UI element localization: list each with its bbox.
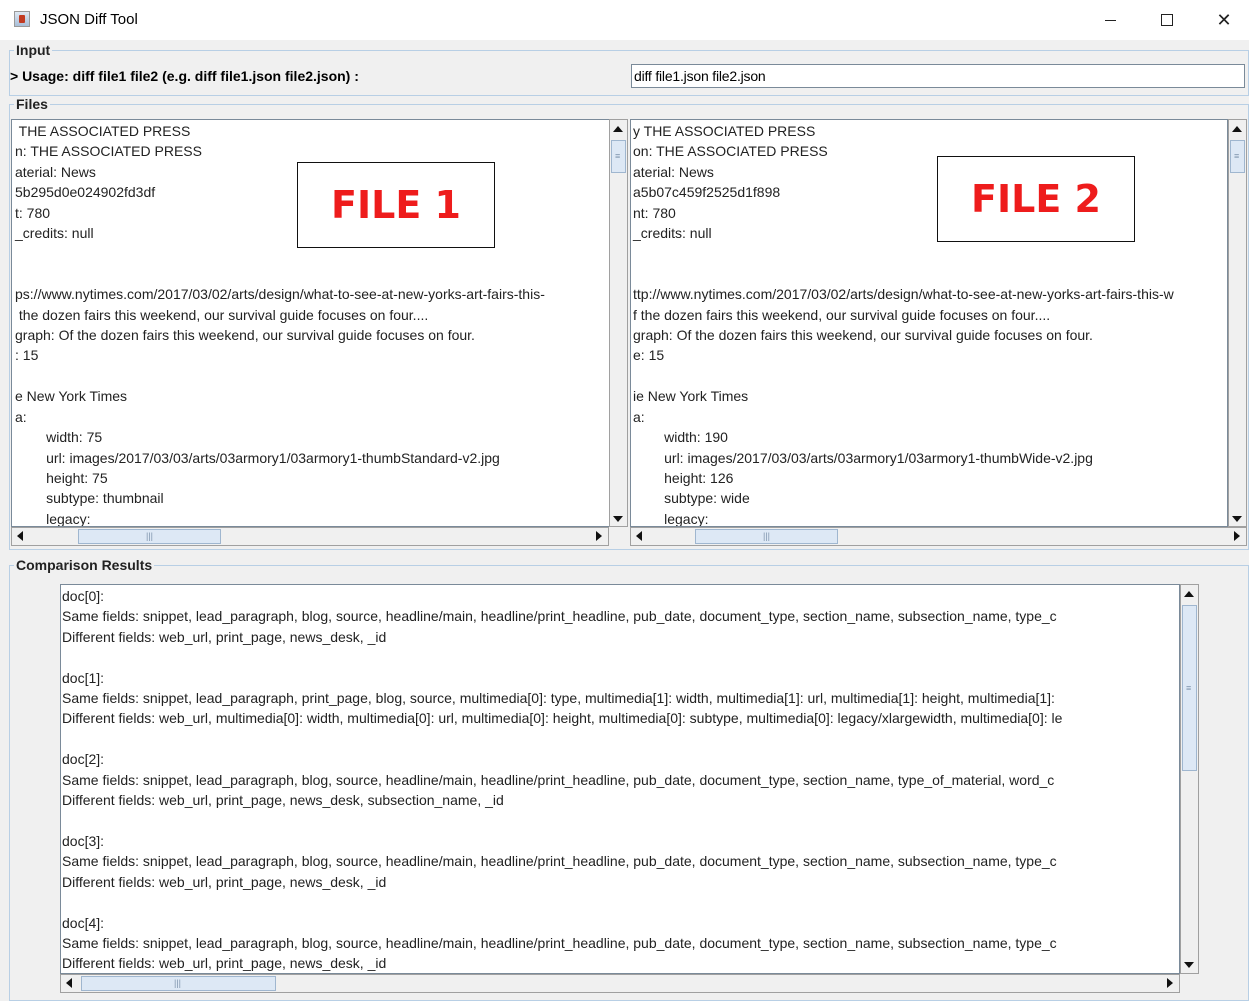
- text-line: Same fields: snippet, lead_paragraph, pr…: [62, 690, 1055, 707]
- text-line: Same fields: snippet, lead_paragraph, bl…: [62, 934, 1057, 951]
- text-line: url: images/2017/03/03/arts/03armory1/03…: [15, 449, 500, 466]
- grip-icon: ≡: [615, 151, 621, 161]
- file2-vertical-scrollbar[interactable]: ≡: [1228, 119, 1247, 527]
- text-line: Different fields: web_url, print_page, n…: [62, 792, 504, 809]
- file1-vertical-thumb[interactable]: ≡: [611, 140, 626, 173]
- text-line: Different fields: web_url, print_page, n…: [62, 955, 387, 972]
- text-line: graph: Of the dozen fairs this weekend, …: [633, 327, 1093, 344]
- text-line: doc[0]:: [62, 588, 105, 604]
- text-line: height: 126: [633, 469, 734, 486]
- scroll-left-icon[interactable]: [66, 978, 72, 988]
- scroll-left-icon[interactable]: [636, 531, 642, 541]
- results-horizontal-thumb[interactable]: |||: [81, 976, 276, 991]
- text-line: Different fields: web_url, print_page, n…: [62, 628, 387, 645]
- text-line: a:: [633, 408, 645, 425]
- results-vertical-thumb[interactable]: ≡: [1182, 605, 1197, 771]
- text-line: subtype: wide: [633, 490, 750, 507]
- text-line: [633, 366, 1174, 386]
- text-line: url: images/2017/03/03/arts/03armory1/03…: [633, 449, 1093, 466]
- file2-label: FILE 2: [937, 156, 1135, 242]
- scroll-up-icon[interactable]: [1184, 591, 1194, 597]
- file2-horizontal-scrollbar[interactable]: |||: [630, 527, 1247, 546]
- text-line: ttp://www.nytimes.com/2017/03/02/arts/de…: [633, 286, 1174, 303]
- grip-icon: ≡: [1186, 683, 1192, 693]
- text-line: ie New York Times: [633, 388, 749, 405]
- grip-icon: |||: [174, 978, 182, 988]
- window-title: JSON Diff Tool: [40, 11, 138, 28]
- scroll-right-icon[interactable]: [1167, 978, 1173, 988]
- text-line: Different fields: web_url, print_page, n…: [62, 873, 387, 890]
- results-group-title: Comparison Results: [14, 557, 155, 573]
- text-line: doc[1]:: [62, 669, 105, 686]
- files-group-title: Files: [14, 96, 50, 112]
- text-line: legacy:: [633, 510, 709, 527]
- text-line: [15, 264, 545, 284]
- scroll-right-icon[interactable]: [1234, 531, 1240, 541]
- file1-horizontal-thumb[interactable]: |||: [78, 529, 221, 544]
- file2-horizontal-thumb[interactable]: |||: [695, 529, 838, 544]
- results-horizontal-scrollbar[interactable]: |||: [60, 974, 1180, 993]
- text-line: : 15: [15, 347, 39, 364]
- scroll-down-icon[interactable]: [1232, 516, 1242, 522]
- text-line: width: 75: [15, 429, 103, 446]
- text-line: legacy:: [15, 510, 91, 527]
- text-line: [62, 892, 1062, 912]
- text-line: [62, 810, 1062, 830]
- text-line: width: 190: [633, 429, 728, 446]
- text-line: height: 75: [15, 469, 108, 486]
- text-line: doc[3]:: [62, 832, 105, 849]
- maximize-button[interactable]: [1144, 0, 1190, 40]
- text-line: ps://www.nytimes.com/2017/03/02/arts/des…: [15, 286, 545, 303]
- text-line: doc[4]:: [62, 914, 105, 931]
- scroll-up-icon[interactable]: [613, 126, 623, 132]
- file1-vertical-scrollbar[interactable]: ≡: [609, 119, 628, 527]
- text-line: f the dozen fairs this weekend, our surv…: [633, 306, 1051, 323]
- title-bar: [0, 0, 1249, 40]
- text-line: doc[2]:: [62, 751, 105, 768]
- text-line: THE ASSOCIATED PRESS: [15, 123, 191, 139]
- scroll-down-icon[interactable]: [1184, 962, 1194, 968]
- text-line: [15, 366, 545, 386]
- text-line: n: THE ASSOCIATED PRESS: [15, 143, 202, 160]
- grip-icon: |||: [146, 531, 154, 541]
- text-line: graph: Of the dozen fairs this weekend, …: [15, 327, 475, 344]
- file1-horizontal-scrollbar[interactable]: |||: [11, 527, 609, 546]
- close-icon: ✕: [1216, 10, 1232, 30]
- text-line: [62, 647, 1062, 667]
- minimize-button[interactable]: [1088, 0, 1134, 40]
- grip-icon: ≡: [1234, 151, 1240, 161]
- text-line: subtype: thumbnail: [15, 490, 164, 507]
- text-line: Same fields: snippet, lead_paragraph, bl…: [62, 771, 1055, 788]
- scroll-down-icon[interactable]: [613, 516, 623, 522]
- scroll-right-icon[interactable]: [596, 531, 602, 541]
- usage-label: > Usage: diff file1 file2 (e.g. diff fil…: [10, 68, 359, 84]
- text-line: e New York Times: [15, 388, 128, 405]
- text-line: a:: [15, 408, 27, 425]
- text-line: [633, 264, 1174, 284]
- grip-icon: |||: [763, 531, 771, 541]
- text-line: e: 15: [633, 347, 665, 364]
- text-line: y THE ASSOCIATED PRESS: [633, 123, 816, 139]
- text-line: Different fields: web_url, multimedia[0]…: [62, 710, 1063, 727]
- command-input[interactable]: [631, 64, 1245, 88]
- scroll-left-icon[interactable]: [17, 531, 23, 541]
- text-line: [62, 729, 1062, 749]
- java-cup-icon: [14, 11, 30, 27]
- text-line: Same fields: snippet, lead_paragraph, bl…: [62, 608, 1057, 625]
- results-text-area[interactable]: doc[0]: Same fields: snippet, lead_paragr…: [60, 584, 1180, 974]
- results-vertical-scrollbar[interactable]: ≡: [1180, 584, 1199, 974]
- input-group-title: Input: [14, 42, 53, 58]
- text-line: [633, 243, 1174, 263]
- file2-vertical-thumb[interactable]: ≡: [1230, 140, 1245, 173]
- text-line: the dozen fairs this weekend, our surviv…: [15, 306, 429, 323]
- close-button[interactable]: ✕: [1201, 0, 1247, 40]
- file2-text-area[interactable]: y THE ASSOCIATED PRESS on: THE ASSOCIATED…: [630, 119, 1228, 527]
- results-content: doc[0]: Same fields: snippet, lead_paragr…: [62, 586, 1063, 973]
- file1-label: FILE 1: [297, 162, 495, 248]
- scroll-up-icon[interactable]: [1232, 126, 1242, 132]
- text-line: Same fields: snippet, lead_paragraph, bl…: [62, 853, 1057, 870]
